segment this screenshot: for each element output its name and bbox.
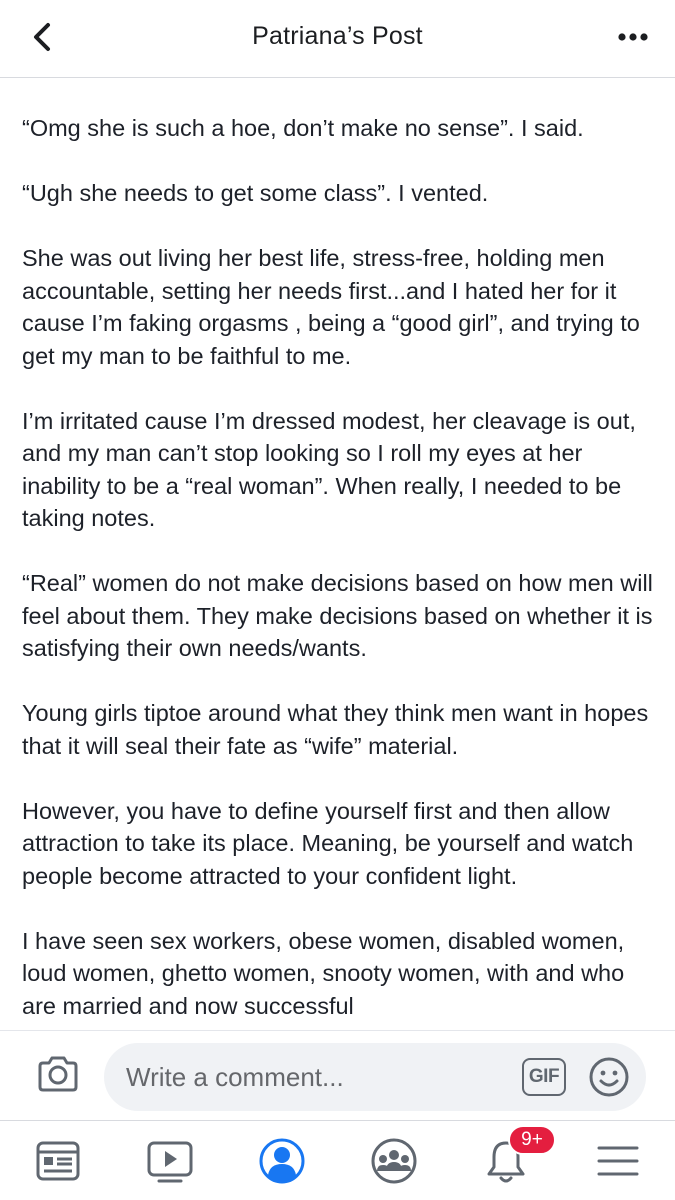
- hamburger-menu-icon: [597, 1146, 639, 1176]
- top-navigation-bar: Patriana’s Post: [0, 0, 675, 78]
- news-feed-icon: [36, 1141, 80, 1181]
- comment-composer: GIF: [0, 1030, 675, 1120]
- more-horizontal-icon: [618, 33, 648, 41]
- post-paragraph: “Real” women do not make decisions based…: [22, 570, 653, 661]
- comment-input[interactable]: [126, 1043, 506, 1111]
- post-paragraph: I’m irritated cause I’m dressed modest, …: [22, 407, 636, 532]
- comment-field-container: GIF: [104, 1043, 646, 1111]
- post-paragraph: “Ugh she needs to get some class”. I ven…: [22, 180, 489, 206]
- post-paragraph: “Omg she is such a hoe, don’t make no se…: [22, 115, 584, 141]
- tab-profile[interactable]: [256, 1135, 308, 1187]
- tab-menu[interactable]: [592, 1135, 644, 1187]
- tab-groups[interactable]: [368, 1135, 420, 1187]
- profile-icon: [259, 1138, 305, 1184]
- emoji-button[interactable]: [588, 1056, 630, 1098]
- camera-button[interactable]: [36, 1054, 80, 1094]
- smiley-icon: [589, 1057, 629, 1097]
- camera-icon: [38, 1056, 78, 1092]
- post-paragraph: She was out living her best life, stress…: [22, 245, 640, 369]
- post-screen: Patriana’s Post “Omg she is such a hoe, …: [0, 0, 675, 1200]
- groups-icon: [371, 1138, 417, 1184]
- gif-button[interactable]: GIF: [522, 1058, 566, 1096]
- page-title: Patriana’s Post: [252, 22, 423, 50]
- post-content: “Omg she is such a hoe, don’t make no se…: [22, 112, 662, 1030]
- video-play-icon: [147, 1141, 193, 1183]
- bottom-tab-bar: 9+: [0, 1120, 675, 1200]
- more-options-button[interactable]: [613, 24, 653, 50]
- tab-watch[interactable]: [144, 1135, 196, 1187]
- post-paragraph: However, you have to define yourself fir…: [22, 797, 634, 889]
- tab-news-feed[interactable]: [32, 1135, 84, 1187]
- post-paragraph: Young girls tiptoe around what they thin…: [22, 700, 649, 759]
- post-paragraph: I have seen sex workers, obese women, di…: [22, 927, 625, 1019]
- notification-badge: 9+: [508, 1125, 556, 1155]
